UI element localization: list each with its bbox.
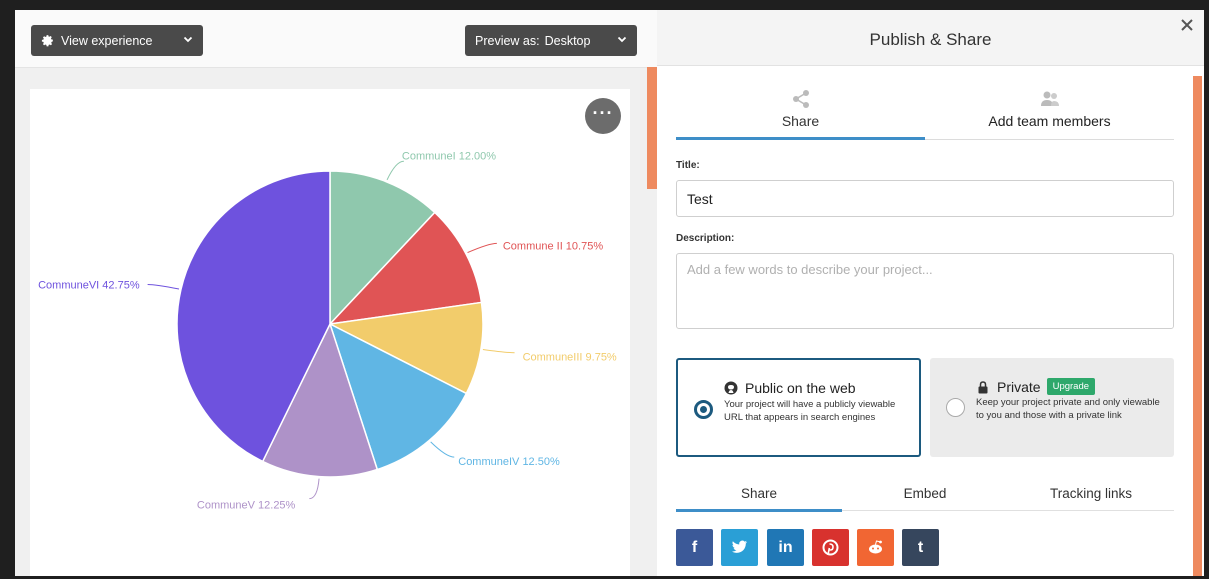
pie-label-3: CommuneIII 9.75% [523,352,617,364]
description-label: Description: [676,233,735,244]
pie-label-5: CommuneV 12.25% [197,500,296,512]
upgrade-badge[interactable]: Upgrade [1046,378,1096,395]
twitter-button[interactable] [721,529,758,566]
public-option[interactable]: Public on the web Your project will have… [676,358,921,457]
private-radio[interactable] [946,398,965,417]
publish-share-panel: Publish & Share Share Add team members T… [657,10,1204,576]
share-icon [792,90,809,108]
subtab-share[interactable]: Share [676,476,842,512]
public-option-title: Public on the web [724,380,856,396]
team-members-icon [1040,91,1059,106]
pie-label-leader-3 [482,348,515,354]
description-input[interactable] [676,253,1174,329]
github-globe-icon [724,381,738,395]
subtab-tracking-links[interactable]: Tracking links [1008,476,1174,511]
tumblr-icon: t [917,539,924,556]
tumblr-button[interactable]: t [902,529,939,566]
pie-label-leader-6 [147,283,180,290]
pie-label-leader-2 [467,242,497,254]
reddit-icon [869,540,882,554]
twitter-icon [732,540,747,553]
pie-label-6: CommuneVI 42.75% [38,279,140,291]
tab-share-label: Share [781,113,820,129]
public-option-description: Your project will have a publicly viewab… [724,399,896,423]
more-options-button[interactable]: ··· [585,98,621,134]
public-title-text: Public on the web [745,380,856,396]
linkedin-icon: in [778,539,793,556]
tab-share[interactable]: Share [676,82,925,140]
private-title-text: Private [997,378,1041,395]
panel-scrollbar[interactable] [1193,76,1202,576]
panel-header: Publish & Share [657,10,1204,66]
pie-label-4: CommuneIV 12.50% [458,456,560,468]
pie-label-2: Commune II 10.75% [503,240,603,252]
linkedin-button[interactable]: in [767,529,804,566]
pinterest-button[interactable] [812,529,849,566]
pie-label-leader-4 [430,441,455,458]
pie-label-leader-5 [309,478,320,500]
ellipsis-icon: ··· [592,103,614,123]
pinterest-icon [822,539,839,556]
tab-add-team-members[interactable]: Add team members [925,82,1174,140]
title-input[interactable] [676,180,1174,217]
pie-chart: CommuneI 12.00% Commune II 10.75% CommuneI… [38,150,617,512]
reddit-button[interactable] [857,529,894,566]
subtab-embed[interactable]: Embed [842,476,1008,511]
facebook-icon: f [691,539,698,556]
public-radio[interactable] [694,400,713,419]
private-option-description: Keep your project private and only viewa… [976,397,1160,421]
lock-icon [978,380,988,393]
close-icon[interactable] [1174,12,1200,38]
tab-team-label: Add team members [988,113,1111,129]
pie-label-leader-1 [386,160,404,181]
title-label: Title: [676,160,700,171]
facebook-button[interactable]: f [676,529,713,566]
preview-pane: View experience Preview as: Desktop Comm… [15,10,657,576]
panel-title: Publish & Share [869,30,992,49]
pie-label-1: CommuneI 12.00% [402,150,496,162]
private-option-title: Private Upgrade [976,378,1096,395]
private-option[interactable]: Private Upgrade Keep your project privat… [930,358,1174,457]
